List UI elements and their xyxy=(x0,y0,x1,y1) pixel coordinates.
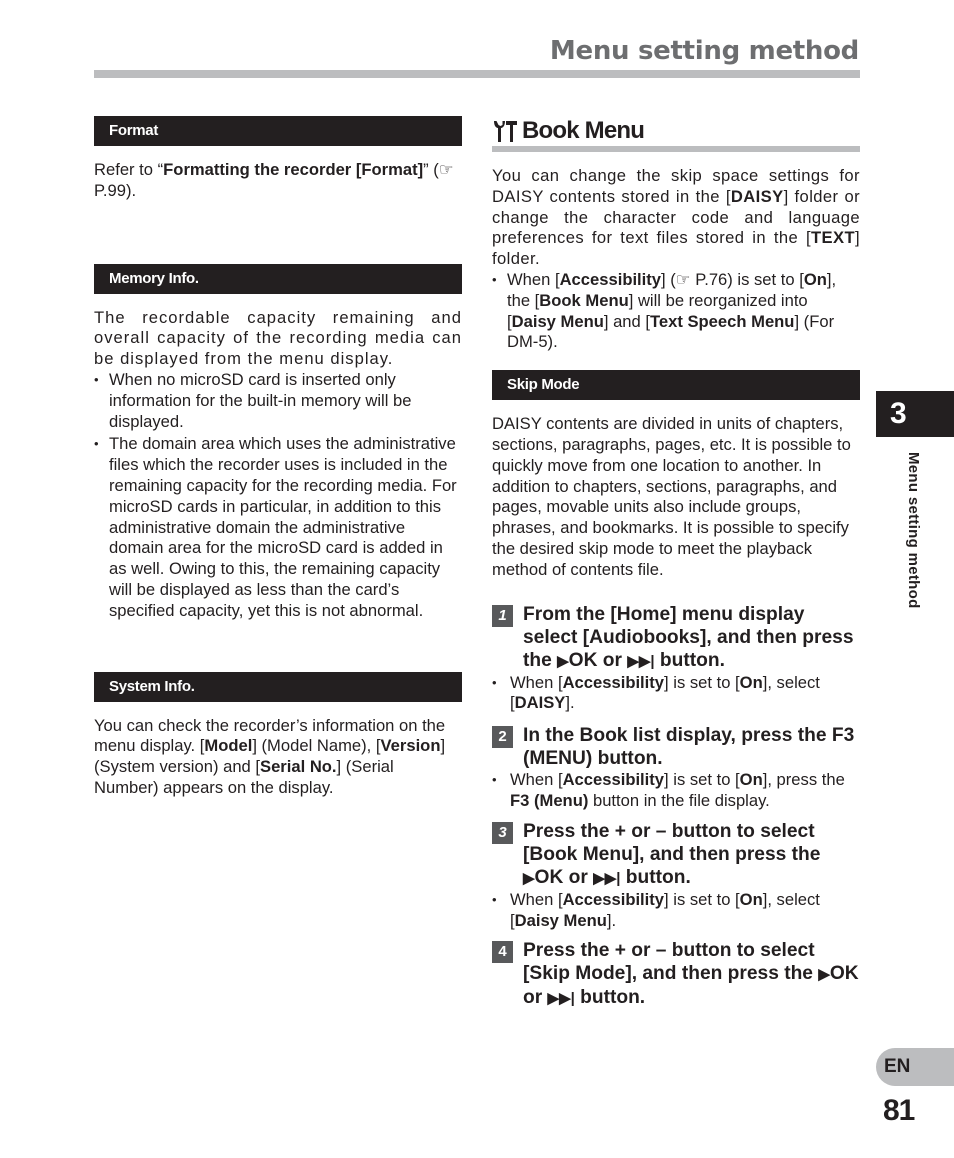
step-number-badge: 3 xyxy=(492,821,513,844)
play-icon: ▶ xyxy=(523,869,535,887)
section-heading-system-info: System Info. xyxy=(94,671,462,702)
book-menu-notes: When [Accessibility] (☞ P.76) is set to … xyxy=(492,270,860,353)
memory-info-intro: The recordable capacity remaining and ov… xyxy=(94,307,462,369)
skip-forward-icon: ▶▶| xyxy=(547,990,575,1008)
step-number-badge: 4 xyxy=(492,941,513,964)
list-item: When [Accessibility] (☞ P.76) is set to … xyxy=(492,270,860,353)
language-tab: EN xyxy=(876,1048,954,1086)
system-info-text: You can check the recorder’s information… xyxy=(94,715,446,797)
chapter-tab: 3 xyxy=(876,391,954,437)
section-heading-format: Format xyxy=(94,116,462,146)
page-number: 81 xyxy=(883,1094,915,1127)
book-menu-intro: You can change the skip space settings f… xyxy=(492,166,860,269)
step-2-note: When [Accessibility] is set to [On], pre… xyxy=(492,770,860,812)
play-icon: ▶ xyxy=(557,652,569,670)
header-rule xyxy=(94,70,860,78)
skip-forward-icon: ▶▶| xyxy=(593,869,621,887)
list-item: The domain area which uses the administr… xyxy=(94,434,462,621)
step-1: 1 From the [Home] menu display select [A… xyxy=(492,603,860,673)
step-instruction: In the Book list display, press the F3 (… xyxy=(523,725,855,770)
format-link: Formatting the recorder [Format] xyxy=(163,160,424,179)
section-heading-memory-info: Memory Info. xyxy=(94,263,462,294)
list-item: When [Accessibility] is set to [On], sel… xyxy=(492,890,860,932)
step-3: 3 Press the + or – button to select [Boo… xyxy=(492,820,860,890)
chapter-label: Menu setting method xyxy=(905,452,922,609)
step-3-note: When [Accessibility] is set to [On], sel… xyxy=(492,890,860,932)
step-1-note: When [Accessibility] is set to [On], sel… xyxy=(492,673,860,715)
step-2: 2 In the Book list display, press the F3… xyxy=(492,724,860,770)
step-instruction: Press the + or – button to select [Skip … xyxy=(523,940,859,1009)
step-4: 4 Press the + or – button to select [Ski… xyxy=(492,939,860,1010)
step-number-badge: 1 xyxy=(492,604,513,627)
step-instruction: From the [Home] menu display select [Aud… xyxy=(523,603,854,671)
section-heading-skip-mode: Skip Mode xyxy=(492,370,860,401)
right-column: Book Menu You can change the skip space … xyxy=(492,116,860,1010)
skip-mode-text: DAISY contents are divided in units of c… xyxy=(492,414,851,579)
list-item: When [Accessibility] is set to [On], pre… xyxy=(492,770,860,812)
step-instruction: Press the + or – button to select [Book … xyxy=(523,820,821,888)
page-title: Menu setting method xyxy=(549,36,859,66)
skip-forward-icon: ▶▶| xyxy=(627,652,655,670)
play-icon: ▶ xyxy=(818,966,830,984)
format-text: Refer to “Formatting the recorder [Forma… xyxy=(94,160,454,200)
tools-icon xyxy=(494,121,517,142)
list-item: When [Accessibility] is set to [On], sel… xyxy=(492,673,860,715)
list-item: When no microSD card is inserted only in… xyxy=(94,370,462,432)
left-column: Format Refer to “Formatting the recorder… xyxy=(94,116,462,799)
step-number-badge: 2 xyxy=(492,726,513,749)
book-menu-heading: Book Menu xyxy=(492,116,860,152)
memory-info-bullets: When no microSD card is inserted only in… xyxy=(94,370,462,622)
